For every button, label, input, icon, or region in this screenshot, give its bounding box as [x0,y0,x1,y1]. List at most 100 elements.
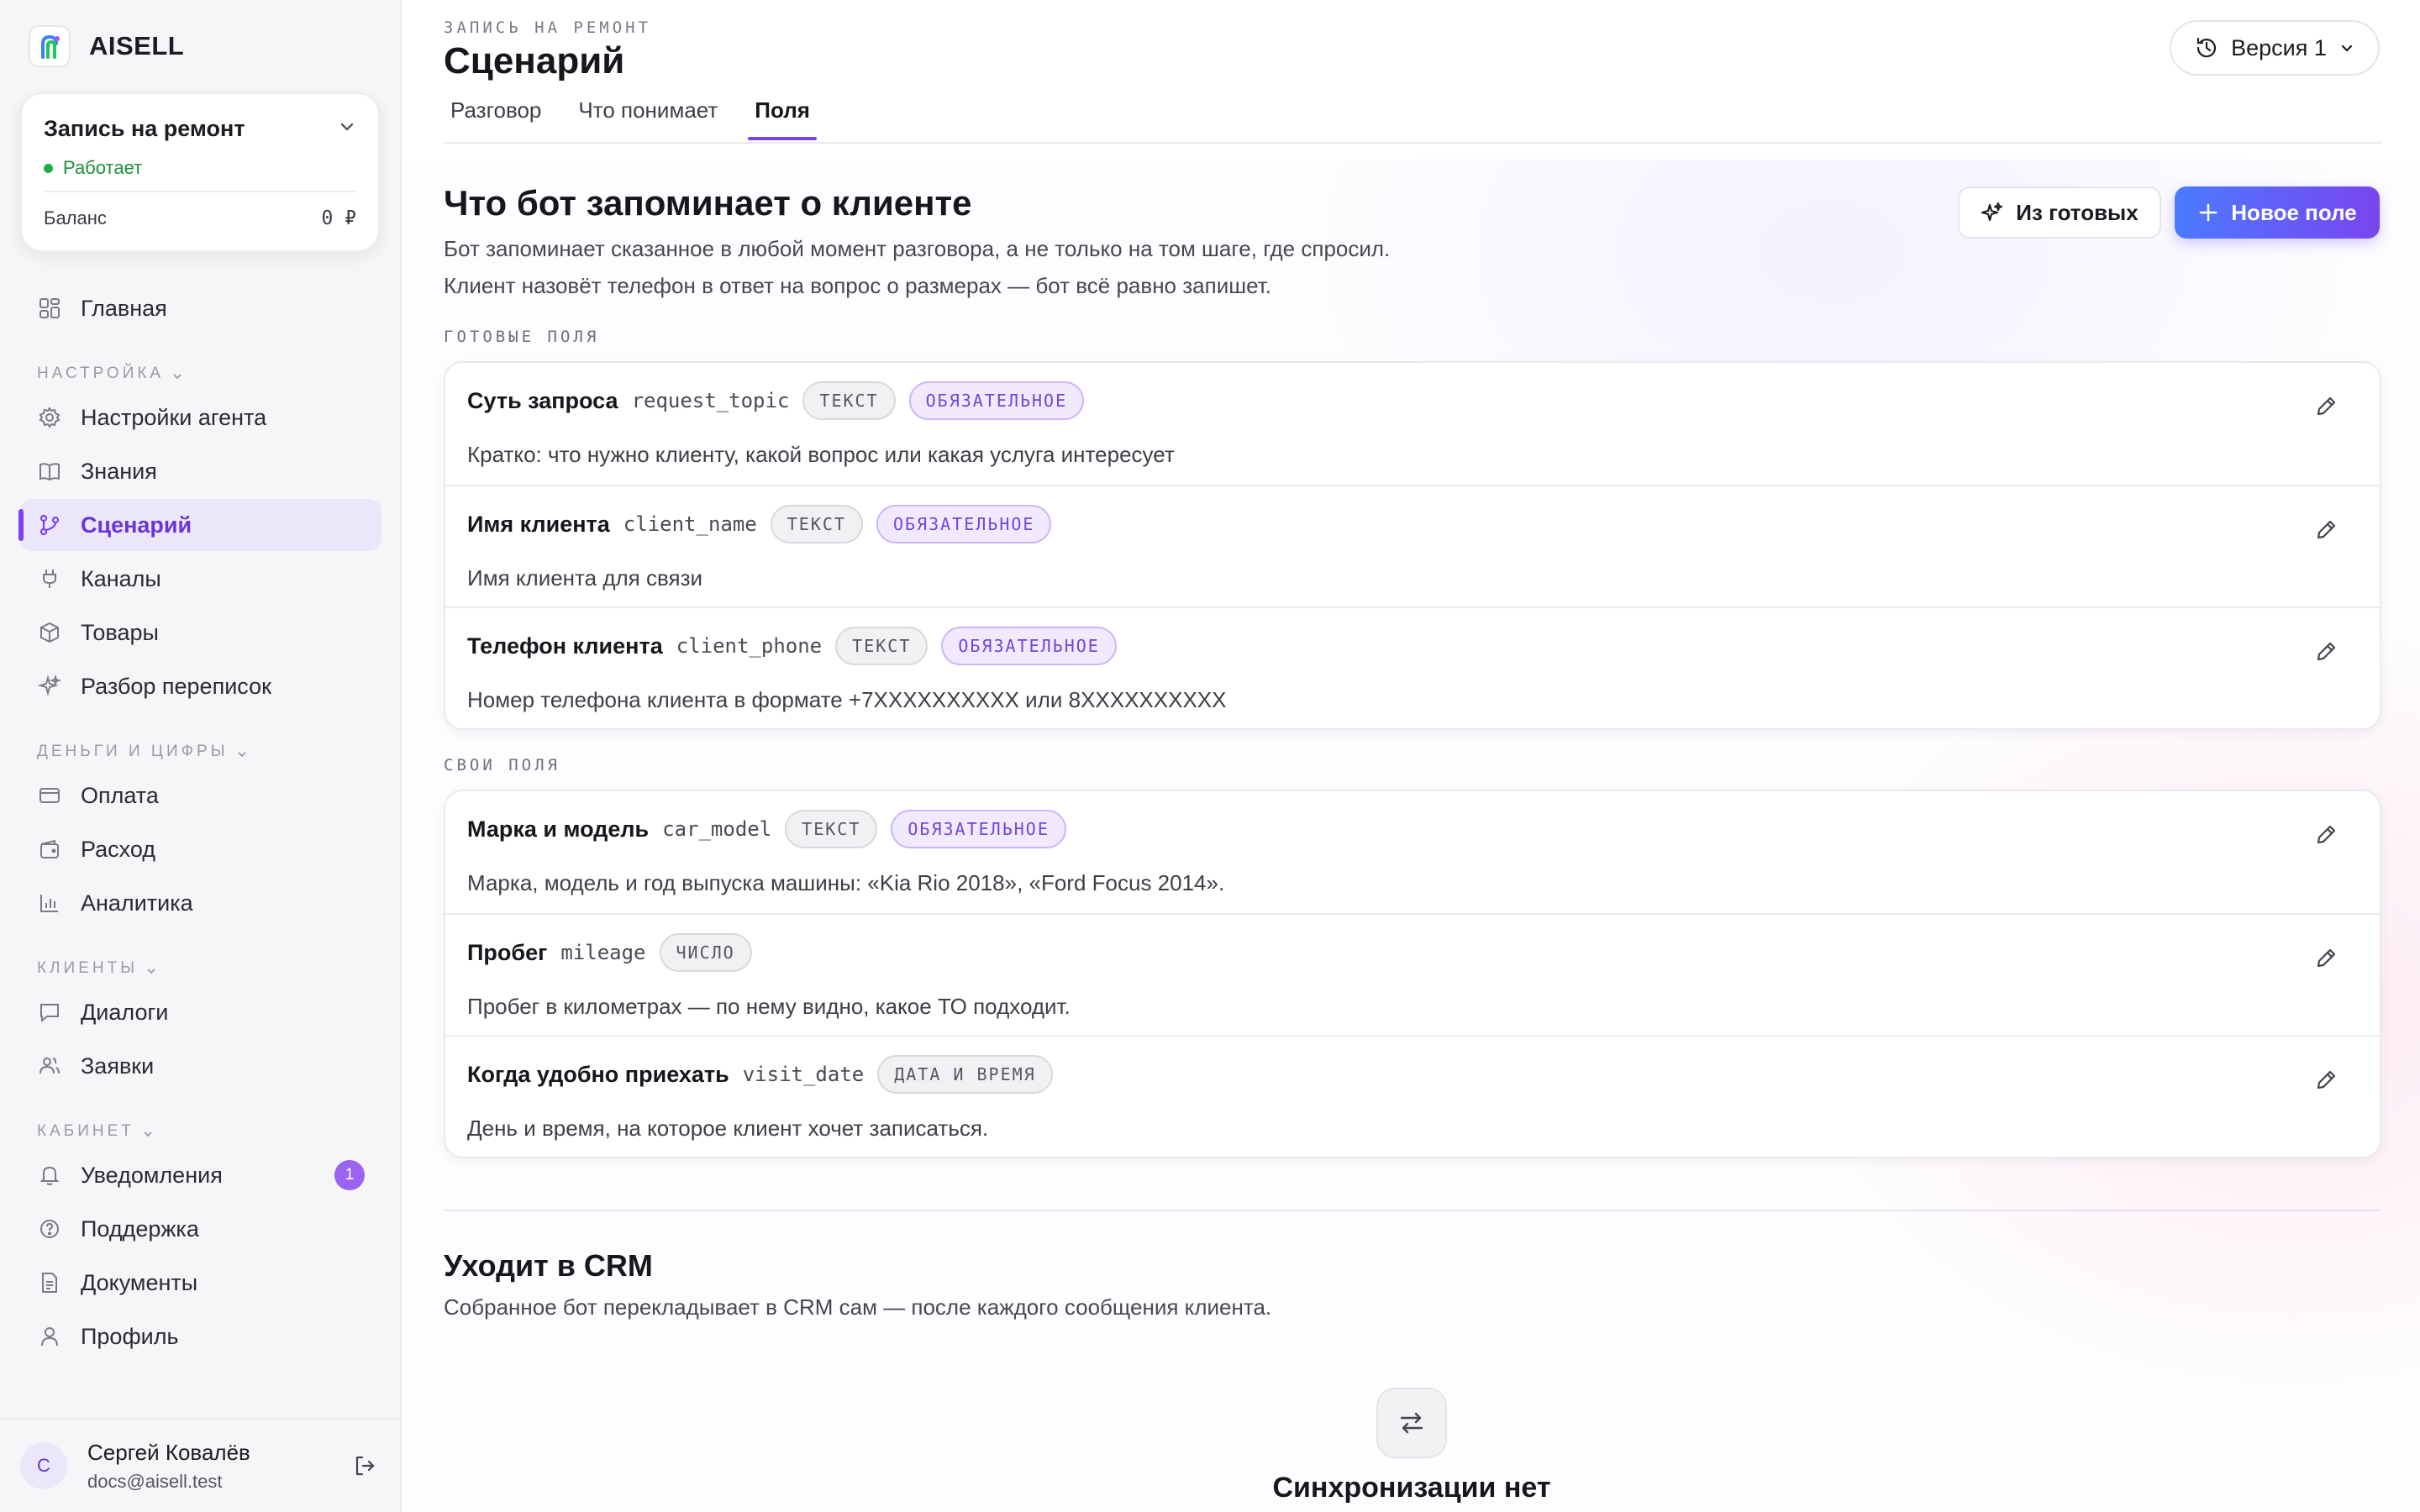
sidebar-item-label: Заявки [81,1053,155,1079]
chat-icon [37,1000,62,1025]
chevron-down-icon [144,1131,152,1137]
sidebar-item-documents[interactable]: Документы [20,1257,381,1309]
sidebar-item-home[interactable]: Главная [20,282,381,334]
sidebar-item-profile[interactable]: Профиль [20,1310,381,1362]
field-row[interactable]: Суть запроса request_topic ТЕКСТ ОБЯЗАТЕ… [445,363,2380,485]
sidebar-item-label: Знания [81,458,157,484]
ready-fields-list: Суть запроса request_topic ТЕКСТ ОБЯЗАТЕ… [444,361,2381,730]
field-description: День и время, на которое клиент хочет за… [467,1116,989,1141]
field-key: client_name [623,512,757,536]
nav-section-money[interactable]: ДЕНЬГИ И ЦИФРЫ [20,727,381,769]
avatar[interactable]: С [20,1442,67,1489]
field-type-badge: ТЕКСТ [785,810,878,848]
gear-icon [37,405,62,430]
sidebar-item-label: Аналитика [81,890,193,916]
custom-fields-label: СВОИ ПОЛЯ [444,756,560,774]
sidebar-item-label: Диалоги [81,999,169,1025]
document-icon [37,1270,62,1295]
field-description: Кратко: что нужно клиенту, какой вопрос … [467,442,1175,467]
field-row[interactable]: Марка и модель car_model ТЕКСТ ОБЯЗАТЕЛЬ… [445,791,2380,913]
custom-fields-list: Марка и модель car_model ТЕКСТ ОБЯЗАТЕЛЬ… [444,790,2381,1158]
pencil-icon[interactable] [2309,942,2343,975]
sidebar-item-review[interactable]: Разбор переписок [20,660,381,712]
memory-desc-line-2: Клиент назовёт телефон в ответ на вопрос… [444,273,1271,298]
sidebar-item-label: Поддержка [81,1215,199,1242]
sidebar-item-expense[interactable]: Расход [20,823,381,875]
sidebar-item-label: Главная [81,295,167,321]
plus-icon [2199,203,2217,222]
tabs: Разговор Что понимает Поля [444,92,840,140]
field-row[interactable]: Телефон клиента client_phone ТЕКСТ ОБЯЗА… [445,606,2380,728]
logout-icon[interactable] [348,1449,381,1483]
tab-conversation[interactable]: Разговор [444,92,548,140]
field-description: Имя клиента для связи [467,565,703,591]
pencil-icon[interactable] [2309,513,2343,547]
chevron-down-icon[interactable] [338,118,356,140]
agent-selector[interactable]: Запись на ремонт Работает Баланс 0 ₽ [20,92,380,252]
field-name: Пробег [467,939,548,965]
field-description: Марка, модель и год выпуска машины: «Kia… [467,870,1225,895]
sidebar-item-goods[interactable]: Товары [20,606,381,659]
field-name: Телефон клиента [467,633,663,659]
required-badge: ОБЯЗАТЕЛЬНОЕ [908,381,1085,420]
field-key: mileage [560,941,646,964]
field-name: Когда удобно приехать [467,1061,729,1087]
pencil-icon[interactable] [2309,390,2343,423]
branch-icon [37,512,62,538]
breadcrumb: ЗАПИСЬ НА РЕМОНТ [444,18,652,37]
sidebar-item-requests[interactable]: Заявки [20,1040,381,1092]
pencil-icon[interactable] [2309,635,2343,669]
sidebar-item-notifications[interactable]: Уведомления 1 [20,1149,381,1201]
field-key: request_topic [631,389,790,412]
pencil-icon[interactable] [2309,1063,2343,1097]
field-row[interactable]: Когда удобно приехать visit_date ДАТА И … [445,1035,2380,1157]
agent-balance: Баланс 0 ₽ [44,207,356,229]
sidebar-item-label: Разбор переписок [81,673,271,699]
from-templates-button[interactable]: Из готовых [1958,186,2161,239]
field-row[interactable]: Имя клиента client_name ТЕКСТ ОБЯЗАТЕЛЬН… [445,485,2380,606]
memory-desc-line-1: Бот запоминает сказанное в любой момент … [444,236,1391,261]
sidebar-item-label: Каналы [81,565,161,591]
tab-understands[interactable]: Что понимает [571,92,724,140]
pencil-icon[interactable] [2309,818,2343,852]
sparkle-icon [1981,202,2003,222]
sidebar-nav: Главная НАСТРОЙКА Настройки агента Знани… [18,282,381,1364]
sidebar-item-agent-settings[interactable]: Настройки агента [20,391,381,444]
sidebar-item-analytics[interactable]: Аналитика [20,877,381,929]
nav-section-clients[interactable]: КЛИЕНТЫ [20,944,381,986]
sidebar-item-label: Сценарий [81,512,192,538]
page-header: ЗАПИСЬ НА РЕМОНТ Сценарий Разговор Что п… [403,0,2420,160]
field-type-badge: ТЕКСТ [802,381,896,420]
field-name: Суть запроса [467,387,618,413]
sidebar-item-label: Расход [81,836,156,862]
chevron-down-icon [173,374,182,380]
chevron-down-icon [147,969,155,974]
credit-card-icon [37,783,62,808]
sidebar-item-support[interactable]: Поддержка [20,1203,381,1255]
bar-chart-icon [37,890,62,916]
sidebar-item-channels[interactable]: Каналы [20,553,381,605]
box-icon [37,620,62,645]
nav-section-setup[interactable]: НАСТРОЙКА [20,349,381,391]
new-field-button[interactable]: Новое поле [2175,186,2380,239]
sidebar-item-label: Оплата [81,782,159,808]
sidebar-item-label: Настройки агента [81,404,267,430]
nav-section-cabinet[interactable]: КАБИНЕТ [20,1107,381,1149]
sidebar-item-dialogs[interactable]: Диалоги [20,986,381,1038]
sidebar-item-knowledge[interactable]: Знания [20,445,381,497]
field-row[interactable]: Пробег mileage ЧИСЛО Пробег в километрах… [445,913,2380,1035]
version-dropdown[interactable]: Версия 1 [2170,20,2380,76]
field-type-badge: ДАТА И ВРЕМЯ [877,1055,1053,1094]
sidebar-item-label: Уведомления [81,1162,223,1188]
empty-state-title: Синхронизации нет [1272,1472,1551,1504]
bell-icon [37,1163,62,1188]
sidebar-item-payment[interactable]: Оплата [20,769,381,822]
tab-fields[interactable]: Поля [748,92,817,140]
sidebar-item-scenario[interactable]: Сценарий [18,499,381,551]
wallet-icon [37,837,62,862]
user-name: Сергей Ковалёв [87,1439,250,1465]
brand[interactable]: AISELL [29,25,184,67]
balance-value: 0 ₽ [321,207,356,229]
swap-arrows-icon [1376,1388,1447,1458]
chevron-down-icon [2341,45,2352,52]
